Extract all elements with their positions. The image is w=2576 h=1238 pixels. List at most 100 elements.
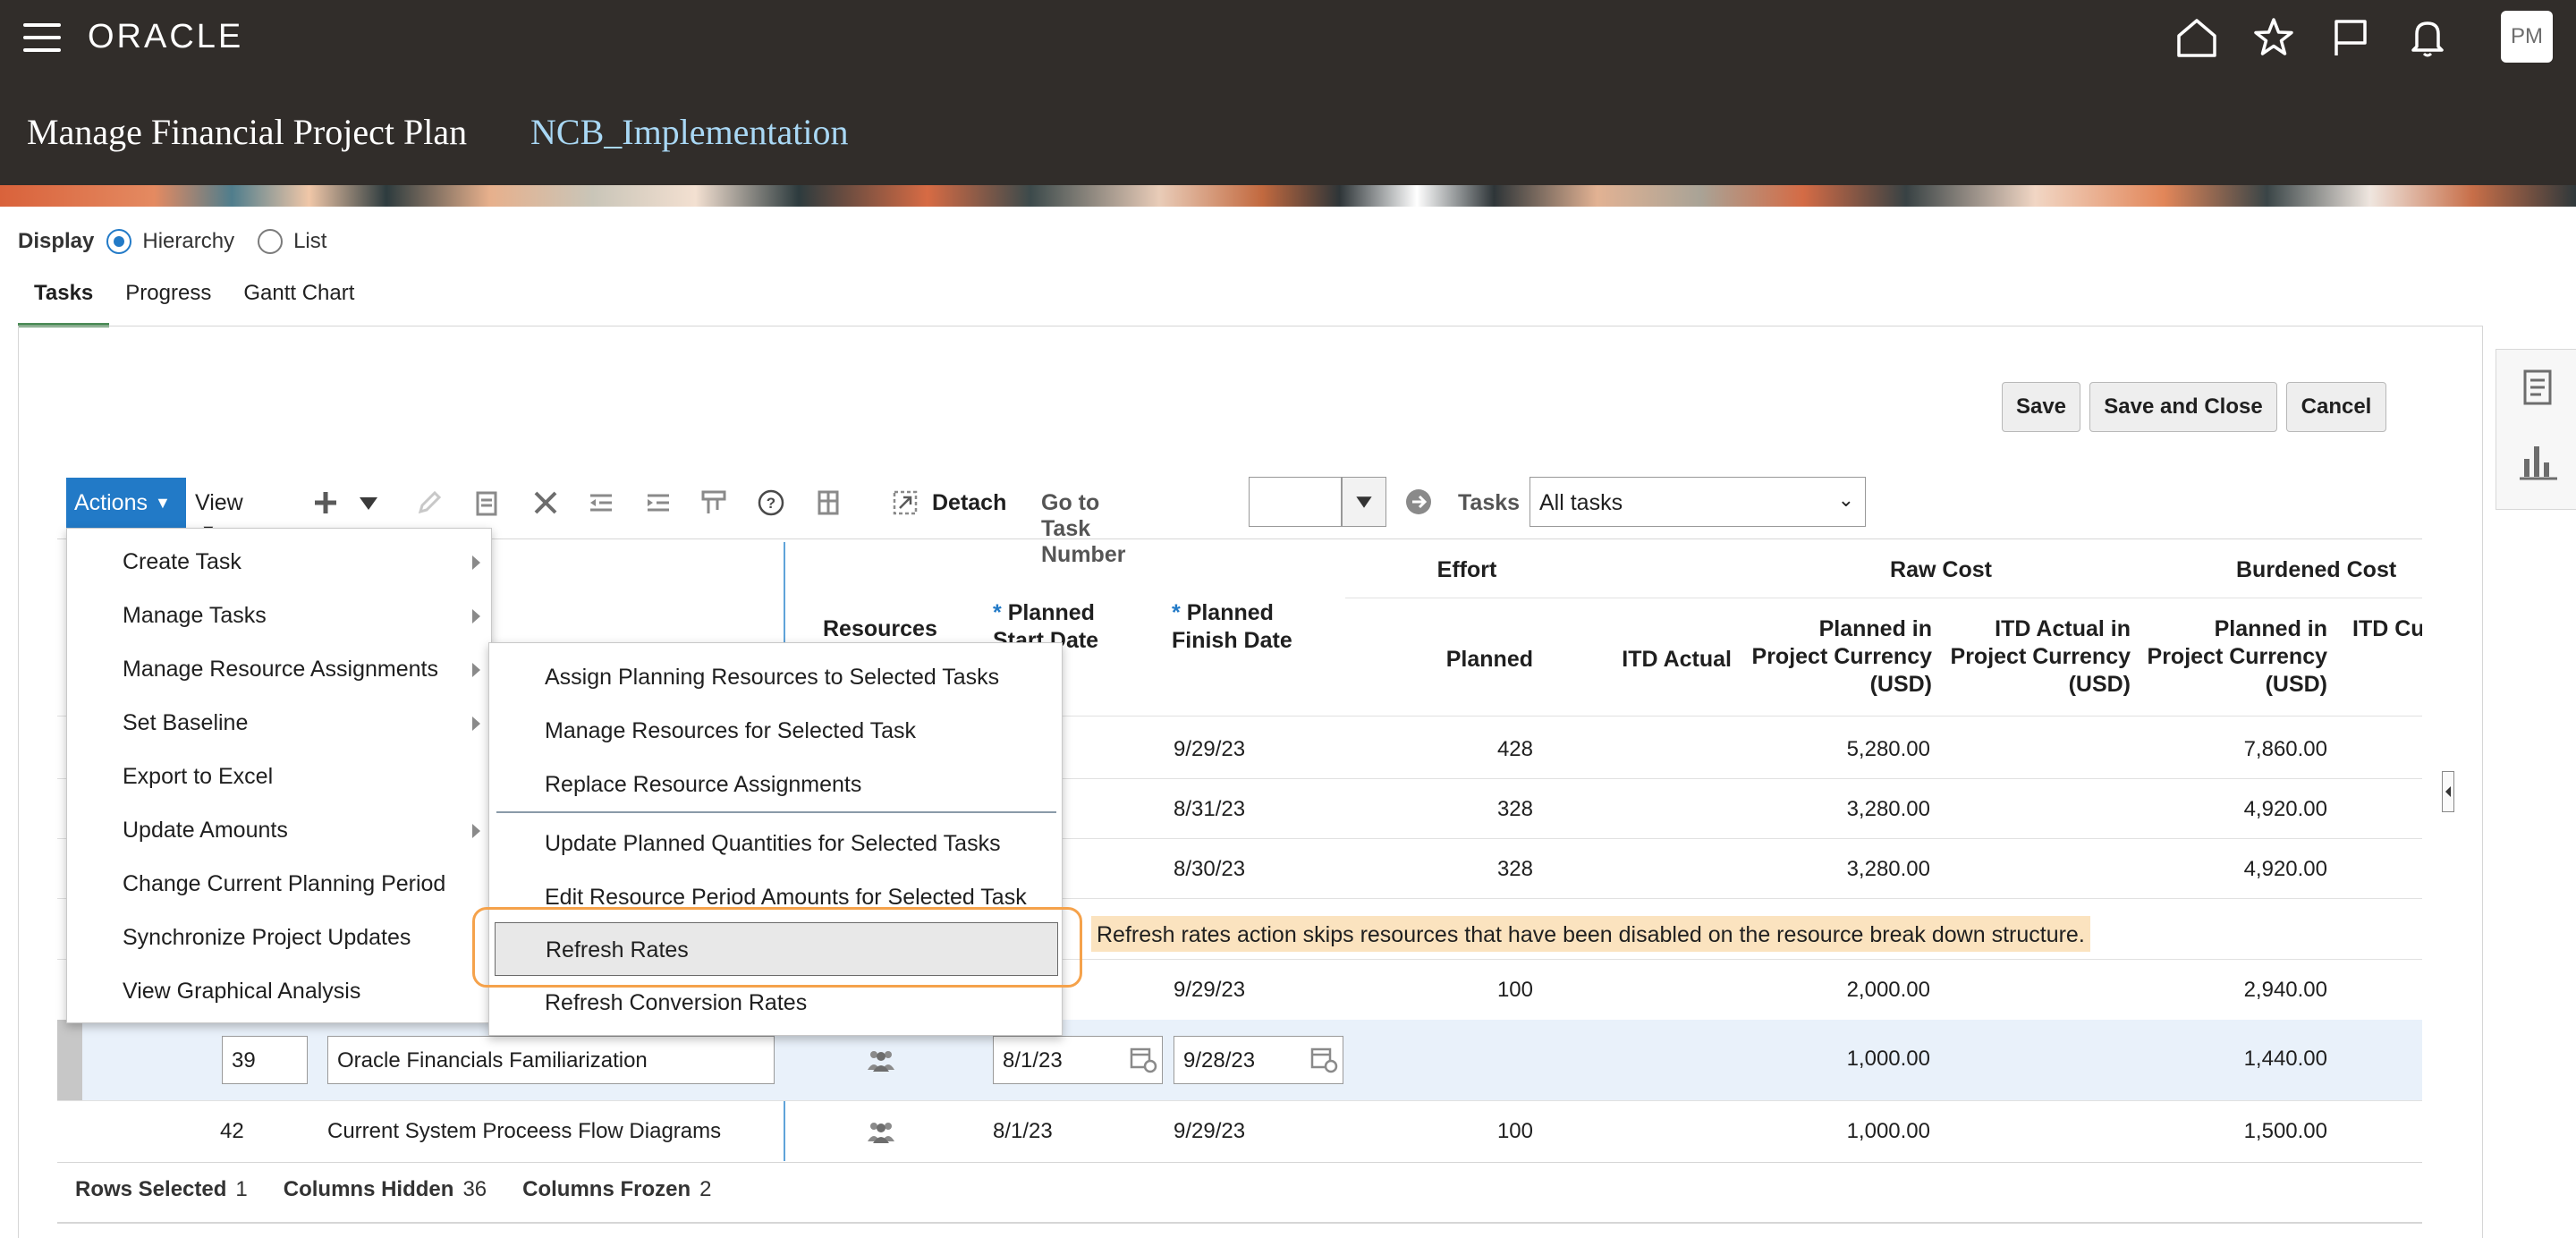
- bottom-divider: [57, 1222, 2422, 1224]
- indent-icon[interactable]: [644, 488, 673, 517]
- side-panel: [2496, 349, 2576, 510]
- tasks-filter-select[interactable]: All tasks ⌄: [1530, 477, 1866, 527]
- tab-gantt-chart[interactable]: Gantt Chart: [227, 277, 370, 327]
- submenu-arrow-icon: [472, 609, 480, 623]
- resources-people-icon[interactable]: [866, 1120, 896, 1143]
- menu-item-set-baseline[interactable]: Set Baseline: [67, 697, 493, 750]
- cell-finish-date[interactable]: 9/29/23: [1174, 737, 1245, 762]
- add-icon[interactable]: [311, 488, 340, 517]
- menu-item-view-graphical-analysis[interactable]: View Graphical Analysis: [67, 965, 493, 1019]
- cell-burdened-cost[interactable]: 4,920.00: [2147, 857, 2327, 882]
- header-effort-itd[interactable]: ITD Actual: [1589, 646, 1732, 674]
- clipboard-icon[interactable]: [472, 488, 501, 517]
- calendar-icon[interactable]: [1129, 1045, 1157, 1073]
- tab-progress[interactable]: Progress: [109, 277, 227, 327]
- header-raw-planned[interactable]: Planned in Project Currency (USD): [1744, 615, 1932, 699]
- header-raw-itd[interactable]: ITD Actual in Project Currency (USD): [1941, 615, 2131, 699]
- header-planned-finish[interactable]: * Planned Finish Date: [1172, 599, 1333, 655]
- cell-burdened-cost[interactable]: 4,920.00: [2147, 797, 2327, 822]
- tab-tasks[interactable]: Tasks: [18, 277, 110, 327]
- flag-icon[interactable]: [2329, 16, 2372, 59]
- menu-item-manage-tasks[interactable]: Manage Tasks: [67, 589, 493, 643]
- save-button[interactable]: Save: [2002, 382, 2080, 432]
- menu-item-export-to-excel[interactable]: Export to Excel: [67, 750, 493, 804]
- cell-task-number[interactable]: 42: [220, 1119, 244, 1144]
- columns-hidden-value: 36: [462, 1177, 487, 1201]
- cell-effort[interactable]: 100: [1431, 978, 1533, 1003]
- cell-raw-cost[interactable]: 1,000.00: [1753, 1119, 1930, 1144]
- calendar-icon[interactable]: [1309, 1045, 1338, 1073]
- detach-button[interactable]: Detach: [932, 490, 1006, 516]
- cell-effort[interactable]: 328: [1431, 857, 1533, 882]
- delete-x-icon[interactable]: [531, 488, 560, 517]
- notifications-bell-icon[interactable]: [2406, 16, 2449, 59]
- cell-raw-cost[interactable]: 2,000.00: [1753, 978, 1930, 1003]
- header-burdened-itd[interactable]: ITD Curren: [2352, 615, 2422, 643]
- cell-task-name[interactable]: Current System Proceess Flow Diagrams: [327, 1119, 721, 1144]
- cell-finish-date[interactable]: 8/30/23: [1174, 857, 1245, 882]
- menu-item-create-task[interactable]: Create Task: [67, 536, 493, 589]
- cell-burdened-cost[interactable]: 1,500.00: [2147, 1119, 2327, 1144]
- resources-people-icon[interactable]: [866, 1048, 896, 1072]
- task-number-input[interactable]: 39: [222, 1036, 308, 1084]
- goto-task-dropdown[interactable]: [1342, 477, 1386, 527]
- cell-raw-cost[interactable]: 5,280.00: [1753, 737, 1930, 762]
- user-avatar[interactable]: PM: [2501, 11, 2553, 63]
- menu-item-synchronize-project-updates[interactable]: Synchronize Project Updates: [67, 912, 493, 965]
- save-and-close-button[interactable]: Save and Close: [2089, 382, 2277, 432]
- submenu-arrow-icon: [472, 663, 480, 677]
- menu-item-change-current-planning-period[interactable]: Change Current Planning Period: [67, 858, 493, 912]
- cell-finish-date[interactable]: 9/29/23: [1174, 1119, 1245, 1144]
- cell-effort[interactable]: 328: [1431, 797, 1533, 822]
- column-settings-icon[interactable]: [699, 488, 728, 517]
- required-indicator: *: [1172, 600, 1181, 625]
- go-arrow-icon[interactable]: [1404, 488, 1433, 516]
- cell-effort[interactable]: 100: [1431, 1119, 1533, 1144]
- home-icon[interactable]: [2175, 16, 2218, 59]
- panel-splitter[interactable]: [2442, 771, 2454, 812]
- actions-menu-button[interactable]: Actions ▼: [66, 478, 186, 528]
- favorites-star-icon[interactable]: [2252, 16, 2295, 59]
- submenu-item-replace-resource-assignments[interactable]: Replace Resource Assignments: [489, 758, 1063, 811]
- freeze-columns-icon[interactable]: [814, 488, 843, 517]
- cell-raw-cost[interactable]: 1,000.00: [1753, 1047, 1930, 1072]
- analytics-chart-icon[interactable]: [2516, 439, 2559, 482]
- oracle-logo[interactable]: ORACLE: [88, 18, 243, 56]
- list-radio-label[interactable]: List: [293, 229, 326, 254]
- edit-pencil-icon[interactable]: [415, 488, 444, 517]
- menu-item-update-amounts[interactable]: Update Amounts: [67, 804, 493, 858]
- row-selector[interactable]: [57, 1020, 82, 1100]
- submenu-item-update-planned-quantities[interactable]: Update Planned Quantities for Selected T…: [489, 817, 1063, 870]
- highlight-callout: [472, 907, 1082, 988]
- columns-hidden-label: Columns Hidden: [283, 1177, 454, 1201]
- cancel-button[interactable]: Cancel: [2286, 382, 2386, 432]
- submenu-item-assign-planning-resources[interactable]: Assign Planning Resources to Selected Ta…: [489, 650, 1063, 704]
- menu-item-manage-resource-assignments[interactable]: Manage Resource Assignments: [67, 643, 493, 697]
- list-radio[interactable]: [258, 229, 284, 254]
- rows-selected-label: Rows Selected: [75, 1177, 227, 1201]
- help-icon[interactable]: ?: [757, 488, 785, 517]
- cell-finish-date[interactable]: 8/31/23: [1174, 797, 1245, 822]
- submenu-item-manage-resources[interactable]: Manage Resources for Selected Task: [489, 704, 1063, 758]
- cell-finish-date[interactable]: 9/29/23: [1174, 978, 1245, 1003]
- cell-burdened-cost[interactable]: 1,440.00: [2147, 1047, 2327, 1072]
- cell-burdened-cost[interactable]: 2,940.00: [2147, 978, 2327, 1003]
- cell-raw-cost[interactable]: 3,280.00: [1753, 797, 1930, 822]
- document-icon[interactable]: [2516, 366, 2559, 409]
- task-name-input[interactable]: Oracle Financials Familiarization: [327, 1036, 775, 1084]
- goto-task-input[interactable]: [1249, 477, 1342, 527]
- hamburger-menu-icon[interactable]: [23, 23, 61, 52]
- detach-icon[interactable]: [891, 488, 919, 517]
- header-resources[interactable]: Resources: [823, 615, 937, 643]
- cell-start-date[interactable]: 8/1/23: [993, 1119, 1053, 1144]
- add-dropdown-icon[interactable]: [354, 488, 383, 517]
- cell-effort[interactable]: 428: [1431, 737, 1533, 762]
- cell-raw-cost[interactable]: 3,280.00: [1753, 857, 1930, 882]
- hierarchy-radio[interactable]: [106, 229, 132, 254]
- cell-burdened-cost[interactable]: 7,860.00: [2147, 737, 2327, 762]
- hierarchy-radio-label[interactable]: Hierarchy: [142, 229, 234, 254]
- header-effort-planned[interactable]: Planned: [1395, 646, 1533, 674]
- outdent-icon[interactable]: [587, 488, 615, 517]
- menu-item-label: Manage Tasks: [123, 603, 267, 628]
- header-burdened-planned[interactable]: Planned in Project Currency (USD): [2141, 615, 2327, 699]
